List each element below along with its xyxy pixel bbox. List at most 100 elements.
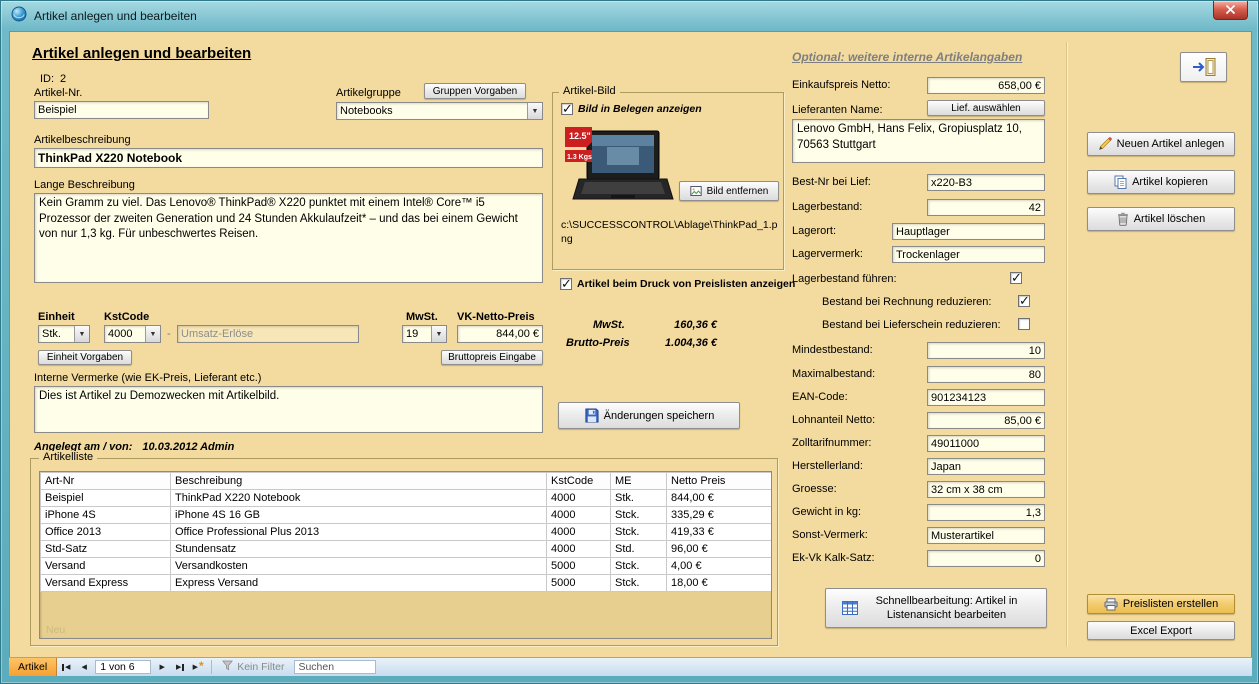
chevron-down-icon[interactable]: ▼ <box>145 326 160 342</box>
delete-article-button[interactable]: Artikel löschen <box>1087 207 1235 231</box>
artikelliste-group-label: Artikelliste <box>39 451 97 463</box>
filter-indicator[interactable]: Kein Filter <box>216 658 290 676</box>
schnellbearbeitung-button[interactable]: Schnellbearbeitung: Artikel in Listenans… <box>825 588 1047 628</box>
mwst-sum-value: 160,36 € <box>622 319 717 331</box>
interne-vermerke-textarea[interactable]: Dies ist Artikel zu Demozwecken mit Arti… <box>34 386 543 433</box>
column-header[interactable]: Beschreibung <box>171 473 547 490</box>
column-header[interactable]: ME <box>611 473 667 490</box>
bestand-rechnung-checkbox[interactable] <box>1018 295 1030 307</box>
einkaufspreis-input[interactable] <box>927 77 1045 94</box>
lange-beschreibung-label: Lange Beschreibung <box>34 179 135 191</box>
artikel-cell: Versand Express <box>41 575 171 592</box>
column-header[interactable]: KstCode <box>547 473 611 490</box>
artikelliste-header-row: Art-NrBeschreibungKstCodeMENetto Preis <box>41 473 772 490</box>
lagerbestand-input[interactable] <box>927 199 1045 216</box>
sonst-vermerk-input[interactable] <box>927 527 1045 544</box>
column-header[interactable]: Art-Nr <box>41 473 171 490</box>
ek-vk-input[interactable] <box>927 550 1045 567</box>
maximalbestand-input[interactable] <box>927 366 1045 383</box>
next-record-button[interactable]: ▶ <box>153 658 171 676</box>
artikel-row[interactable]: Versand ExpressExpress Versand5000Stck.1… <box>41 575 772 592</box>
einheit-select[interactable]: Stk. ▼ <box>38 325 90 343</box>
record-source-tab[interactable]: Artikel <box>9 658 57 676</box>
artikelbeschreibung-input[interactable] <box>34 148 543 168</box>
form-area: Artikel anlegen und bearbeiten ID: 2 Art… <box>9 31 1252 659</box>
artikel-cell: Stck. <box>611 575 667 592</box>
excel-export-label: Excel Export <box>1130 625 1192 637</box>
herstellerland-label: Herstellerland: <box>792 460 863 472</box>
copy-icon <box>1114 175 1127 189</box>
groesse-input[interactable] <box>927 481 1045 498</box>
create-pricelists-button[interactable]: Preislisten erstellen <box>1087 594 1235 614</box>
chevron-down-icon[interactable]: ▼ <box>431 326 446 342</box>
mwst-label: MwSt. <box>406 311 438 323</box>
funnel-icon <box>222 660 233 674</box>
artikel-row[interactable]: VersandVersandkosten5000Stck.4,00 € <box>41 558 772 575</box>
record-position[interactable]: 1 von 6 <box>95 660 151 674</box>
lagerbestand-fuehren-checkbox[interactable] <box>1010 272 1022 284</box>
lagervermerk-label: Lagervermerk: <box>792 248 863 260</box>
copy-article-button[interactable]: Artikel kopieren <box>1087 170 1235 194</box>
save-icon <box>584 408 599 423</box>
einheit-label: Einheit <box>38 311 75 323</box>
lieferant-textarea[interactable]: Lenovo GmbH, Hans Felix, Gropiusplatz 10… <box>792 119 1045 163</box>
artikel-row[interactable]: BeispielThinkPad X220 Notebook4000Stk.84… <box>41 490 772 507</box>
first-record-button[interactable]: ◀ <box>57 658 75 676</box>
artikelgruppe-select[interactable]: Notebooks ▼ <box>336 102 543 120</box>
lieferant-auswaehlen-button[interactable]: Lief. auswählen <box>927 100 1045 116</box>
artikel-row[interactable]: iPhone 4SiPhone 4S 16 GB4000Stck.335,29 … <box>41 507 772 524</box>
ean-label: EAN-Code: <box>792 391 848 403</box>
mwst-select[interactable]: 19 ▼ <box>402 325 447 343</box>
chevron-down-icon[interactable]: ▼ <box>74 326 89 342</box>
new-article-label: Neuen Artikel anlegen <box>1117 138 1225 150</box>
filter-label: Kein Filter <box>237 661 284 673</box>
close-button[interactable] <box>1213 1 1248 20</box>
mindestbestand-label: Mindestbestand: <box>792 344 873 356</box>
lagervermerk-input[interactable] <box>892 246 1045 263</box>
groesse-label: Groesse: <box>792 483 837 495</box>
einheit-vorgaben-button[interactable]: Einheit Vorgaben <box>38 350 132 365</box>
lange-beschreibung-textarea[interactable]: Kein Gramm zu viel. Das Lenovo® ThinkPad… <box>34 193 543 283</box>
bild-entfernen-button[interactable]: Bild entfernen <box>679 181 779 201</box>
chevron-down-icon[interactable]: ▼ <box>527 103 542 119</box>
artikelbeschreibung-label: Artikelbeschreibung <box>34 134 131 146</box>
exit-form-button[interactable] <box>1180 52 1227 82</box>
excel-export-button[interactable]: Excel Export <box>1087 621 1235 640</box>
artikel-cell: Stundensatz <box>171 541 547 558</box>
ean-input[interactable] <box>927 389 1045 406</box>
artikel-cell: Stck. <box>611 558 667 575</box>
bruttopreis-button[interactable]: Bruttopreis Eingabe <box>441 350 543 365</box>
lagerbestand-fuehren-label: Lagerbestand führen: <box>792 273 897 285</box>
bestand-lieferschein-label: Bestand bei Lieferschein reduzieren: <box>822 319 1001 331</box>
titlebar[interactable]: Artikel anlegen und bearbeiten <box>1 1 1258 31</box>
lagerort-input[interactable] <box>892 223 1045 240</box>
vk-netto-input[interactable] <box>457 325 543 343</box>
brutto-value: 1.004,36 € <box>622 337 717 349</box>
gewicht-input[interactable] <box>927 504 1045 521</box>
mindestbestand-input[interactable] <box>927 342 1045 359</box>
gruppen-vorgaben-button[interactable]: Gruppen Vorgaben <box>424 83 526 99</box>
artikel-row[interactable]: Office 2013Office Professional Plus 2013… <box>41 524 772 541</box>
record-search-input[interactable] <box>294 660 376 674</box>
bild-in-belegen-checkbox[interactable] <box>561 103 573 115</box>
kstcode-select[interactable]: 4000 ▼ <box>104 325 161 343</box>
save-button[interactable]: Änderungen speichern <box>558 402 740 429</box>
bestnr-input[interactable] <box>927 174 1045 191</box>
new-article-button[interactable]: Neuen Artikel anlegen <box>1087 132 1235 156</box>
previous-record-button[interactable]: ◀ <box>75 658 93 676</box>
print-on-pricelist-checkbox[interactable] <box>560 278 572 290</box>
herstellerland-input[interactable] <box>927 458 1045 475</box>
column-header[interactable]: Netto Preis <box>667 473 772 490</box>
lieferant-auswaehlen-label: Lief. auswählen <box>951 103 1021 114</box>
lohnanteil-input[interactable] <box>927 412 1045 429</box>
last-record-icon: ▶ <box>176 664 181 671</box>
gruppen-vorgaben-label: Gruppen Vorgaben <box>433 86 518 97</box>
artikel-row[interactable]: Std-SatzStundensatz4000Std.96,00 € <box>41 541 772 558</box>
new-record-button[interactable]: ▶* <box>189 658 207 676</box>
lagerbestand-label: Lagerbestand: <box>792 201 862 213</box>
bestand-lieferschein-checkbox[interactable] <box>1018 318 1030 330</box>
ek-vk-label: Ek-Vk Kalk-Satz: <box>792 552 875 564</box>
zolltarif-input[interactable] <box>927 435 1045 452</box>
last-record-button[interactable]: ▶ <box>171 658 189 676</box>
artikel-nr-input[interactable] <box>34 101 209 119</box>
